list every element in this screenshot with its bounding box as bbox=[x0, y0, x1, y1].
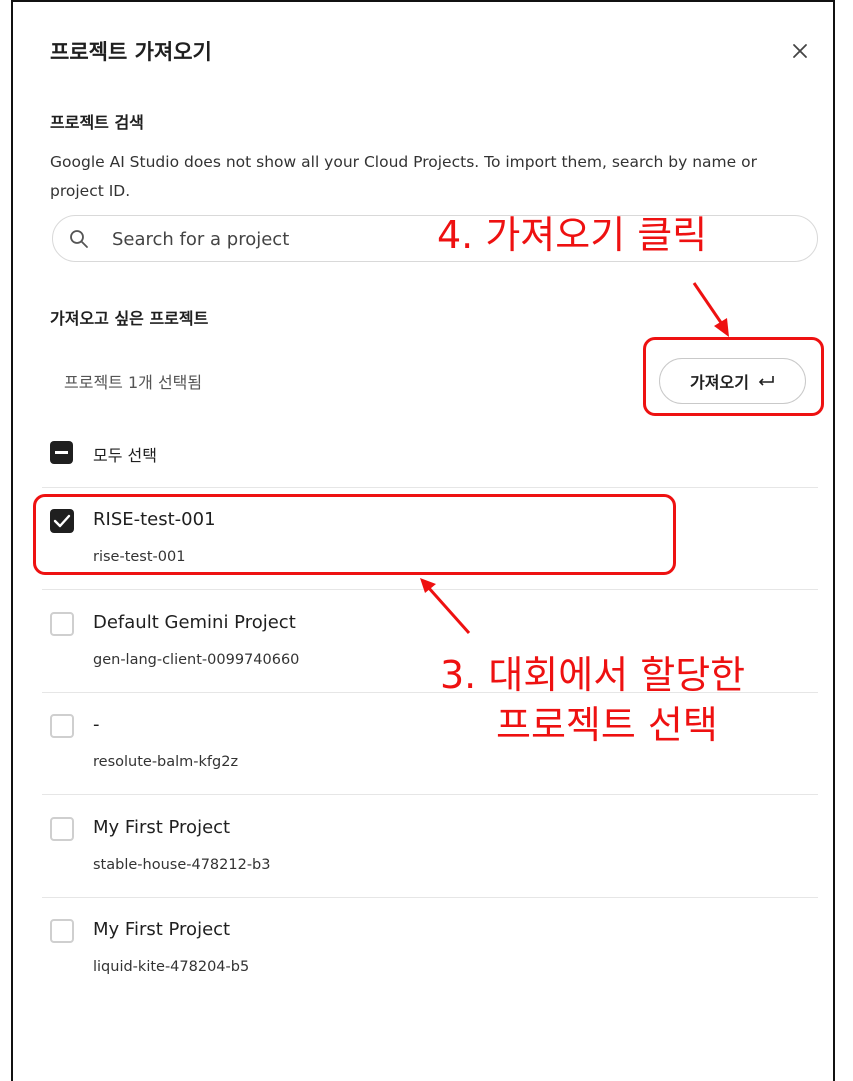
step4-annotation: 4. 가져오기 클릭 bbox=[437, 213, 708, 257]
project-name[interactable]: - bbox=[93, 714, 100, 735]
projects-section-heading: 가져오고 싶은 프로젝트 bbox=[50, 309, 209, 328]
select-all-checkbox[interactable] bbox=[50, 441, 73, 464]
select-all-label: 모두 선택 bbox=[93, 446, 157, 465]
divider bbox=[42, 589, 818, 590]
project-id: gen-lang-client-0099740660 bbox=[93, 652, 300, 668]
divider bbox=[42, 897, 818, 898]
divider bbox=[42, 487, 818, 488]
project-checkbox-4[interactable] bbox=[50, 919, 74, 943]
search-input[interactable] bbox=[112, 224, 412, 254]
project-checkbox-1[interactable] bbox=[50, 612, 74, 636]
project-checkbox-3[interactable] bbox=[50, 817, 74, 841]
dialog-title: 프로젝트 가져오기 bbox=[50, 40, 212, 64]
divider bbox=[42, 794, 818, 795]
close-icon[interactable] bbox=[787, 38, 813, 64]
project-id: liquid-kite-478204-b5 bbox=[93, 959, 250, 975]
project-name[interactable]: Default Gemini Project bbox=[93, 612, 296, 633]
project-name[interactable]: My First Project bbox=[93, 919, 230, 940]
selected-count-text: 프로젝트 1개 선택됨 bbox=[64, 373, 203, 392]
project-id: stable-house-478212-b3 bbox=[93, 857, 271, 873]
step3-annotation-line1: 3. 대회에서 할당한 bbox=[440, 653, 746, 697]
project-highlight-box bbox=[33, 494, 676, 575]
project-name[interactable]: My First Project bbox=[93, 817, 230, 838]
search-description: Google AI Studio does not show all your … bbox=[50, 153, 757, 200]
import-highlight-box bbox=[643, 337, 824, 416]
step3-annotation-line2: 프로젝트 선택 bbox=[496, 703, 718, 747]
project-checkbox-2[interactable] bbox=[50, 714, 74, 738]
search-heading: 프로젝트 검색 bbox=[50, 113, 144, 132]
project-id: resolute-balm-kfg2z bbox=[93, 754, 239, 770]
search-icon bbox=[70, 230, 88, 248]
